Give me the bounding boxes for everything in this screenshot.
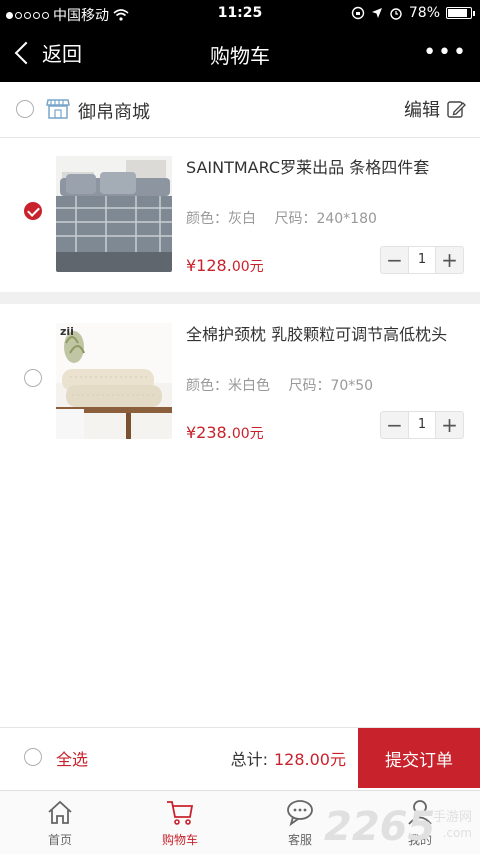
quantity-stepper: − 1 + xyxy=(380,246,464,274)
product-size: 尺码：70*50 xyxy=(288,378,374,394)
product-color: 颜色：灰白 xyxy=(186,211,256,227)
product-color: 颜色：米白色 xyxy=(186,378,270,394)
quantity-stepper: − 1 + xyxy=(380,411,464,439)
quantity-value[interactable]: 1 xyxy=(408,412,436,438)
store-name[interactable]: 御帛商城 xyxy=(78,98,150,124)
location-icon xyxy=(371,8,382,18)
edit-button[interactable]: 编辑 xyxy=(404,96,466,122)
price-cents: 00元 xyxy=(231,259,264,275)
select-all-radio[interactable] xyxy=(24,748,42,766)
select-all-label[interactable]: 全选 xyxy=(56,746,88,770)
rotation-lock-icon xyxy=(351,6,365,20)
page-title: 购物车 xyxy=(210,44,270,68)
store-select-radio[interactable] xyxy=(16,100,34,118)
tab-label: 客服 xyxy=(287,833,312,847)
total-value: 128.00元 xyxy=(274,750,346,769)
item-divider xyxy=(0,292,480,304)
cart-item: zii 全棉护颈枕 乳胶颗粒可调节高低枕头 颜色：米白色 尺码：70*50 ¥2… xyxy=(0,323,480,473)
product-spec: 颜色：灰白 尺码：240*180 xyxy=(186,208,391,228)
top-bar: 中国移动 11:25 78% 返回 购物车 ••• xyxy=(0,0,480,82)
total-label: 总计: xyxy=(230,750,268,769)
status-right: 78% xyxy=(351,5,475,21)
product-name[interactable]: 全棉护颈枕 乳胶颗粒可调节高低枕头 xyxy=(186,323,464,347)
price-main: ¥238. xyxy=(186,423,232,442)
product-price: ¥238.00元 xyxy=(186,423,264,443)
increment-button[interactable]: + xyxy=(436,412,463,438)
watermark-sub: 手游网 xyxy=(432,810,472,825)
store-header: 御帛商城 编辑 xyxy=(0,82,480,138)
tab-label: 首页 xyxy=(47,833,72,847)
price-cents: 00元 xyxy=(231,426,264,442)
product-size: 尺码：240*180 xyxy=(274,211,377,227)
tab-label: 购物车 xyxy=(161,833,198,847)
watermark-text: 2265 xyxy=(324,804,436,850)
cart-item: SAINTMARC罗莱出品 条格四件套 颜色：灰白 尺码：240*180 ¥12… xyxy=(0,156,480,306)
item-select-radio[interactable] xyxy=(24,369,42,387)
watermark-suffix: .com xyxy=(442,826,472,840)
battery-icon xyxy=(446,7,475,19)
product-image-bedding[interactable] xyxy=(56,156,172,272)
product-price: ¥128.00元 xyxy=(186,256,264,276)
total-amount: 总计: 128.00元 xyxy=(231,746,346,770)
checkout-bar: 全选 总计: 128.00元 提交订单 xyxy=(0,727,480,788)
tab-home[interactable]: 首页 xyxy=(0,791,120,854)
tab-cart[interactable]: 购物车 xyxy=(120,791,240,854)
submit-order-button[interactable]: 提交订单 xyxy=(358,728,480,788)
home-icon xyxy=(48,800,72,824)
more-options-button[interactable]: ••• xyxy=(423,40,468,65)
nav-bar: 返回 购物车 ••• xyxy=(0,28,480,82)
decrement-button[interactable]: − xyxy=(381,247,408,273)
item-select-radio[interactable] xyxy=(24,202,42,220)
status-bar: 中国移动 11:25 78% xyxy=(0,0,480,28)
decrement-button[interactable]: − xyxy=(381,412,408,438)
battery-percent: 78% xyxy=(408,5,440,21)
edit-label: 编辑 xyxy=(404,100,440,121)
product-spec: 颜色：米白色 尺码：70*50 xyxy=(186,375,387,395)
site-watermark: 2265 手游网 .com xyxy=(324,800,474,850)
product-image-pillow[interactable]: zii xyxy=(56,323,172,439)
product-name[interactable]: SAINTMARC罗莱出品 条格四件套 xyxy=(186,156,464,180)
quantity-value[interactable]: 1 xyxy=(408,247,436,273)
chat-icon xyxy=(287,800,313,827)
brand-tag: zii xyxy=(60,325,74,338)
edit-icon xyxy=(447,101,466,118)
increment-button[interactable]: + xyxy=(436,247,463,273)
cart-icon xyxy=(167,801,194,825)
alarm-icon xyxy=(390,8,402,20)
price-main: ¥128. xyxy=(186,256,232,275)
shop-icon xyxy=(46,99,70,119)
